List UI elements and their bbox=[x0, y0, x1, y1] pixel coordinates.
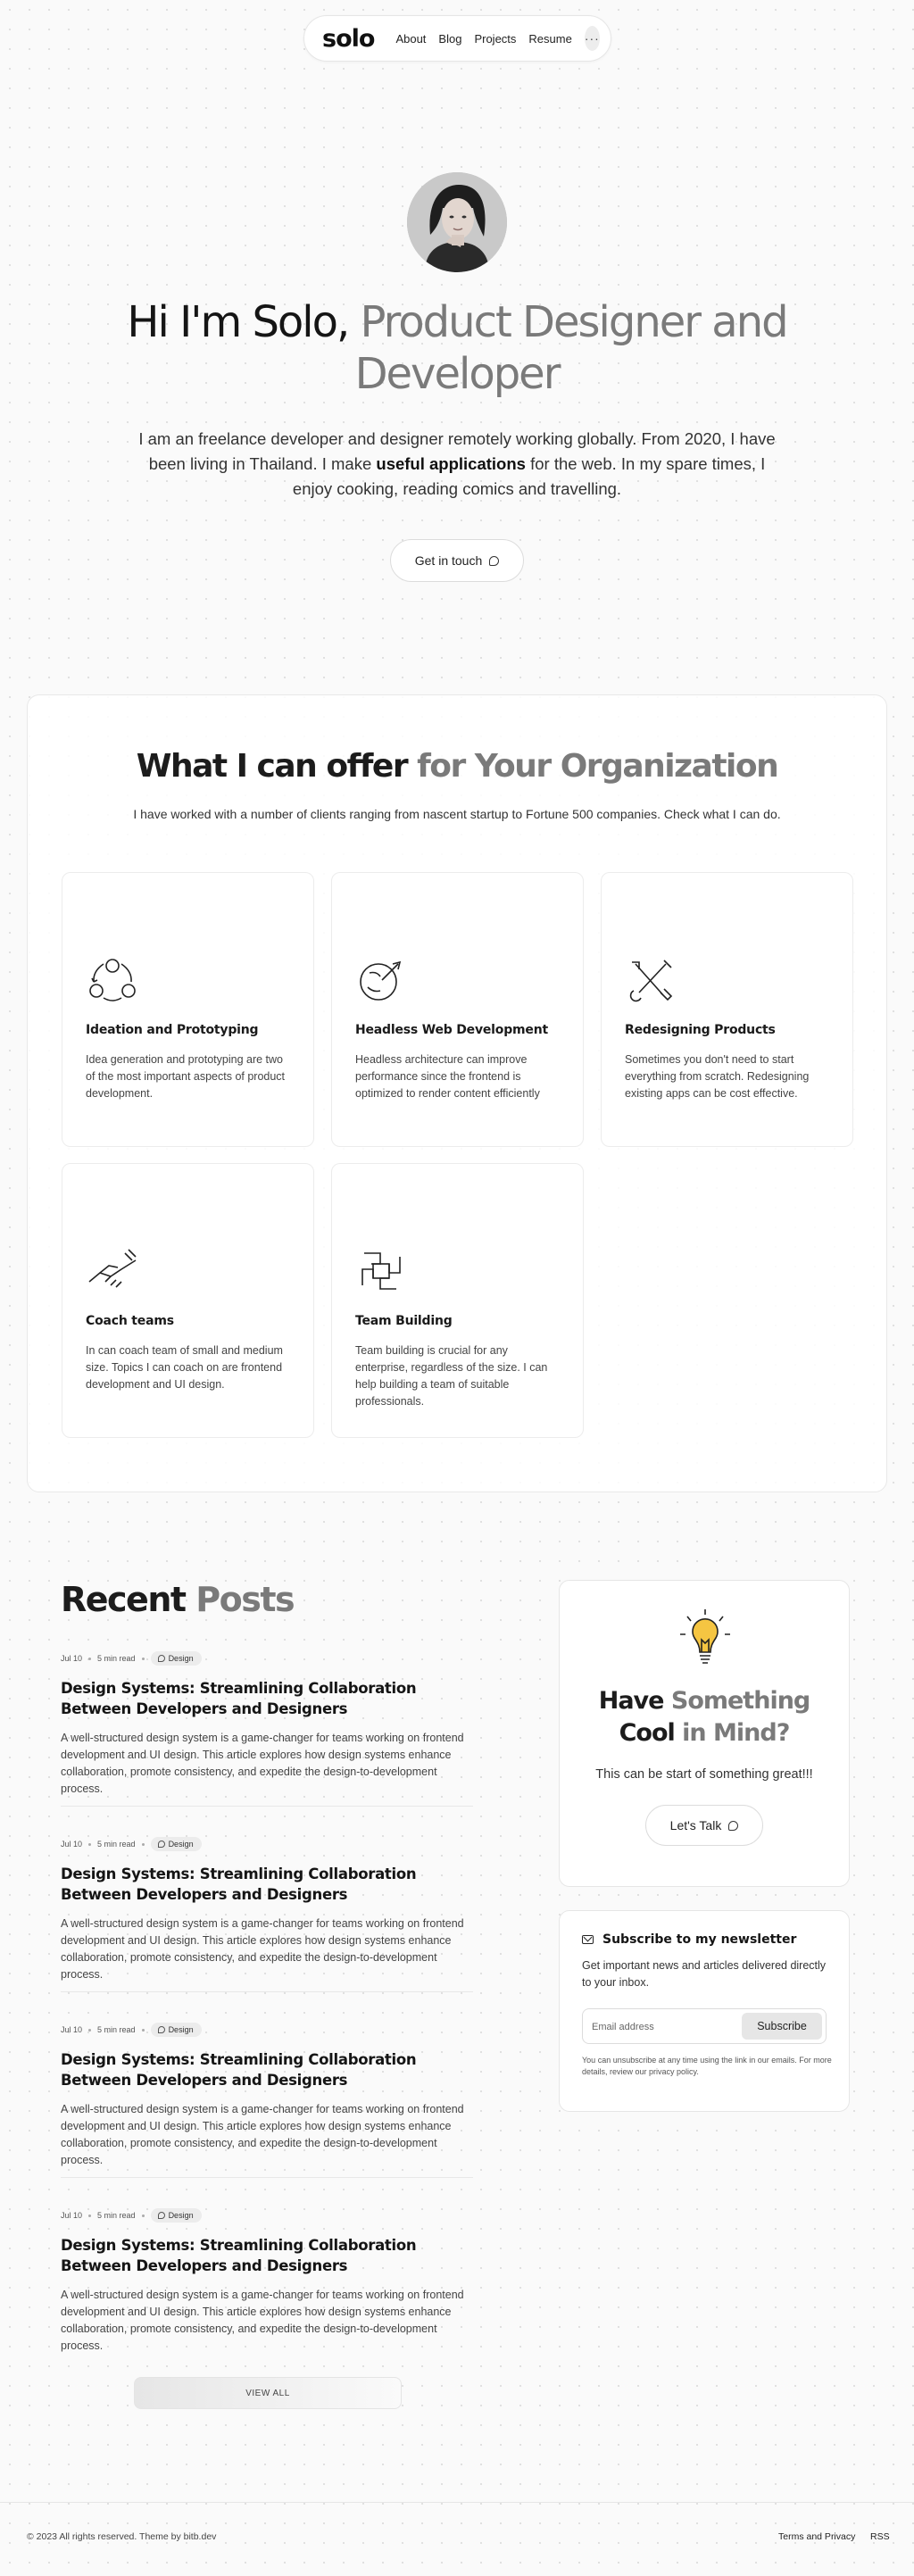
chat-bubble-icon bbox=[728, 1820, 739, 1831]
post-excerpt: A well-structured design system is a gam… bbox=[61, 2289, 464, 2352]
post-title[interactable]: Design Systems: Streamlining Collaborati… bbox=[61, 1678, 473, 1719]
post-item[interactable]: Jul 10 5 min read Design Design Systems:… bbox=[61, 2021, 473, 2169]
service-card-redesign: Redesigning Products Sometimes you don't… bbox=[601, 872, 853, 1147]
service-card-desc: Idea generation and prototyping are two … bbox=[86, 1053, 286, 1100]
terms-link[interactable]: Terms and Privacy bbox=[778, 2531, 855, 2542]
contact-card-title: Have Something Cool in Mind? bbox=[598, 1687, 811, 1747]
newsletter-description: Get important news and articles delivere… bbox=[582, 1959, 827, 1989]
rss-link[interactable]: RSS bbox=[870, 2531, 890, 2542]
post-title[interactable]: Design Systems: Streamlining Collaborati… bbox=[61, 2235, 473, 2276]
service-card-headless: Headless Web Development Headless archit… bbox=[331, 872, 584, 1147]
services-title: What I can offer for Your Organization bbox=[136, 748, 779, 785]
services-subtitle: I have worked with a number of clients r… bbox=[133, 807, 781, 821]
lightbulb-icon bbox=[680, 1609, 730, 1664]
newsletter-title: Subscribe to my newsletter bbox=[582, 1932, 796, 1947]
service-card-ideation: Ideation and Prototyping Idea generation… bbox=[62, 872, 314, 1147]
post-item[interactable]: Jul 10 5 min read Design Design Systems:… bbox=[61, 2206, 473, 2355]
hero-description: I am an freelance developer and designer… bbox=[138, 429, 776, 498]
rocket-globe-icon bbox=[360, 960, 402, 1001]
post-read-time: 5 min read bbox=[97, 1840, 136, 1849]
mail-icon bbox=[582, 1935, 594, 1944]
post-tag[interactable]: Design bbox=[150, 1651, 202, 1666]
tag-icon bbox=[157, 1655, 165, 1662]
post-excerpt: A well-structured design system is a gam… bbox=[61, 1917, 464, 1981]
post-excerpt: A well-structured design system is a gam… bbox=[61, 1732, 464, 1795]
service-card-title: Coach teams bbox=[86, 1314, 174, 1328]
nav-link-about[interactable]: About bbox=[395, 32, 426, 46]
tag-icon bbox=[157, 2026, 165, 2033]
service-card-coach: Coach teams In can coach team of small a… bbox=[62, 1163, 314, 1438]
tools-icon bbox=[629, 960, 673, 1002]
recent-posts-title: Recent Posts bbox=[61, 1580, 295, 1619]
avatar bbox=[407, 172, 507, 272]
subscribe-button[interactable]: Subscribe bbox=[742, 2013, 822, 2040]
service-card-title: Headless Web Development bbox=[355, 1023, 548, 1037]
service-card-desc: In can coach team of small and medium si… bbox=[86, 1344, 283, 1391]
post-meta: Jul 10 5 min read Design bbox=[61, 2206, 473, 2224]
top-nav: solo About Blog Projects Resume ··· bbox=[303, 15, 611, 62]
post-title[interactable]: Design Systems: Streamlining Collaborati… bbox=[61, 1864, 473, 1905]
post-read-time: 5 min read bbox=[97, 1654, 136, 1663]
post-read-time: 5 min read bbox=[97, 2025, 136, 2034]
post-excerpt: A well-structured design system is a gam… bbox=[61, 2103, 464, 2166]
post-tag[interactable]: Design bbox=[150, 2023, 202, 2037]
handshake-icon bbox=[88, 1249, 137, 1288]
post-item[interactable]: Jul 10 5 min read Design Design Systems:… bbox=[61, 1649, 473, 1798]
post-meta: Jul 10 5 min read Design bbox=[61, 1649, 473, 1667]
team-hands-icon bbox=[361, 1252, 401, 1290]
post-tag[interactable]: Design bbox=[150, 1837, 202, 1851]
post-date: Jul 10 bbox=[61, 2025, 83, 2034]
post-divider bbox=[61, 2177, 473, 2178]
view-all-button[interactable]: VIEW ALL bbox=[134, 2377, 402, 2409]
post-date: Jul 10 bbox=[61, 1840, 83, 1849]
footer-divider bbox=[0, 2502, 914, 2503]
post-date: Jul 10 bbox=[61, 1654, 83, 1663]
get-in-touch-button[interactable]: Get in touch bbox=[390, 539, 524, 582]
tag-icon bbox=[157, 1841, 165, 1848]
post-read-time: 5 min read bbox=[97, 2211, 136, 2220]
newsletter-note: You can unsubscribe at any time using th… bbox=[582, 2056, 832, 2076]
post-item[interactable]: Jul 10 5 min read Design Design Systems:… bbox=[61, 1835, 473, 1983]
post-divider bbox=[61, 1806, 473, 1807]
post-title[interactable]: Design Systems: Streamlining Collaborati… bbox=[61, 2049, 473, 2090]
email-field[interactable] bbox=[592, 2018, 735, 2036]
service-card-title: Team Building bbox=[355, 1314, 453, 1328]
nav-link-blog[interactable]: Blog bbox=[438, 32, 461, 46]
chat-bubble-icon bbox=[489, 555, 500, 566]
nav-link-projects[interactable]: Projects bbox=[474, 32, 516, 46]
hero-title: Hi I'm Solo, Product Designer and Develo… bbox=[127, 297, 788, 399]
post-tag[interactable]: Design bbox=[150, 2208, 202, 2223]
post-divider bbox=[61, 1991, 473, 1992]
post-meta: Jul 10 5 min read Design bbox=[61, 1835, 473, 1853]
ideation-cycle-icon bbox=[89, 959, 136, 1001]
newsletter-form: Subscribe bbox=[582, 2008, 827, 2044]
service-card-title: Redesigning Products bbox=[625, 1023, 776, 1037]
tag-icon bbox=[157, 2212, 165, 2219]
post-meta: Jul 10 5 min read Design bbox=[61, 2021, 473, 2039]
post-date: Jul 10 bbox=[61, 2211, 83, 2220]
service-card-desc: Headless architecture can improve perfor… bbox=[355, 1053, 540, 1100]
service-card-title: Ideation and Prototyping bbox=[86, 1023, 259, 1037]
lets-talk-button[interactable]: Let's Talk bbox=[645, 1805, 763, 1846]
more-menu-button[interactable]: ··· bbox=[584, 26, 600, 51]
copyright-text: © 2023 All rights reserved. Theme by bit… bbox=[27, 2531, 217, 2542]
service-card-team: Team Building Team building is crucial f… bbox=[331, 1163, 584, 1438]
service-card-desc: Team building is crucial for any enterpr… bbox=[355, 1344, 548, 1408]
contact-card-subtitle: This can be start of something great!!! bbox=[595, 1767, 813, 1782]
hero-highlight: useful applications bbox=[376, 454, 526, 473]
logo[interactable]: solo bbox=[322, 25, 375, 53]
nav-link-resume[interactable]: Resume bbox=[528, 32, 571, 46]
service-card-desc: Sometimes you don't need to start everyt… bbox=[625, 1053, 810, 1100]
